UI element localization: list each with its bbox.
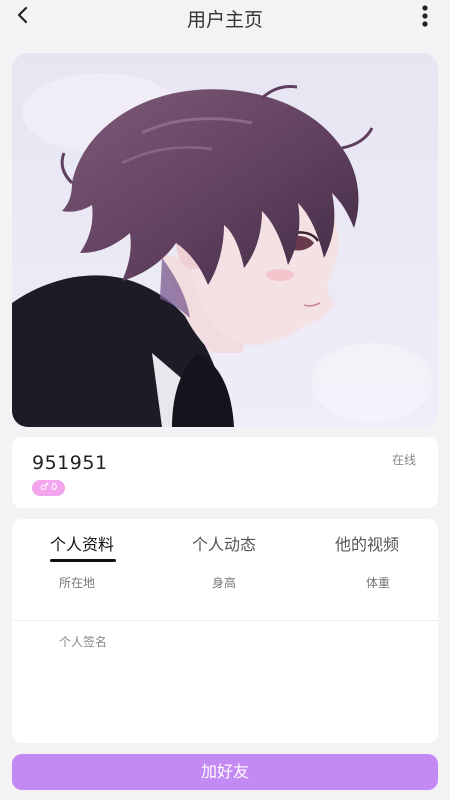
anime-boy-avatar-image	[12, 53, 438, 427]
profile-tabs-card: 个人资料 个人动态 他的视频 所在地 身高 体重 个人签名	[12, 519, 438, 743]
active-tab-indicator	[50, 559, 116, 562]
field-weight-label: 体重	[366, 576, 391, 590]
username: 951951	[32, 452, 108, 474]
tab-his-videos[interactable]: 他的视频	[335, 531, 399, 555]
profile-photo[interactable]	[12, 53, 438, 427]
tab-personal-info[interactable]: 个人资料	[50, 531, 114, 555]
add-friend-button[interactable]: 加好友	[12, 754, 438, 790]
gender-badge: ♂ 0	[32, 480, 66, 496]
field-location-label: 所在地	[59, 576, 96, 590]
signature-label: 个人签名	[59, 635, 108, 649]
divider	[12, 620, 438, 621]
male-icon: ♂	[40, 482, 49, 493]
tab-personal-posts[interactable]: 个人动态	[192, 531, 256, 555]
online-status: 在线	[391, 453, 416, 467]
badge-value: 0	[50, 482, 58, 493]
top-bar: 用户主页	[0, 0, 450, 42]
user-info-card: 951951 ♂ 0 在线	[12, 437, 438, 508]
more-button[interactable]	[420, 4, 430, 28]
user-profile-screen: 用户主页 951951 ♂ 0 在线 个人资料 个人动态 他的视频 所在地 身高…	[0, 0, 450, 800]
page-title: 用户主页	[186, 9, 263, 31]
field-height-label: 身高	[212, 576, 237, 590]
more-vertical-icon	[422, 5, 428, 27]
